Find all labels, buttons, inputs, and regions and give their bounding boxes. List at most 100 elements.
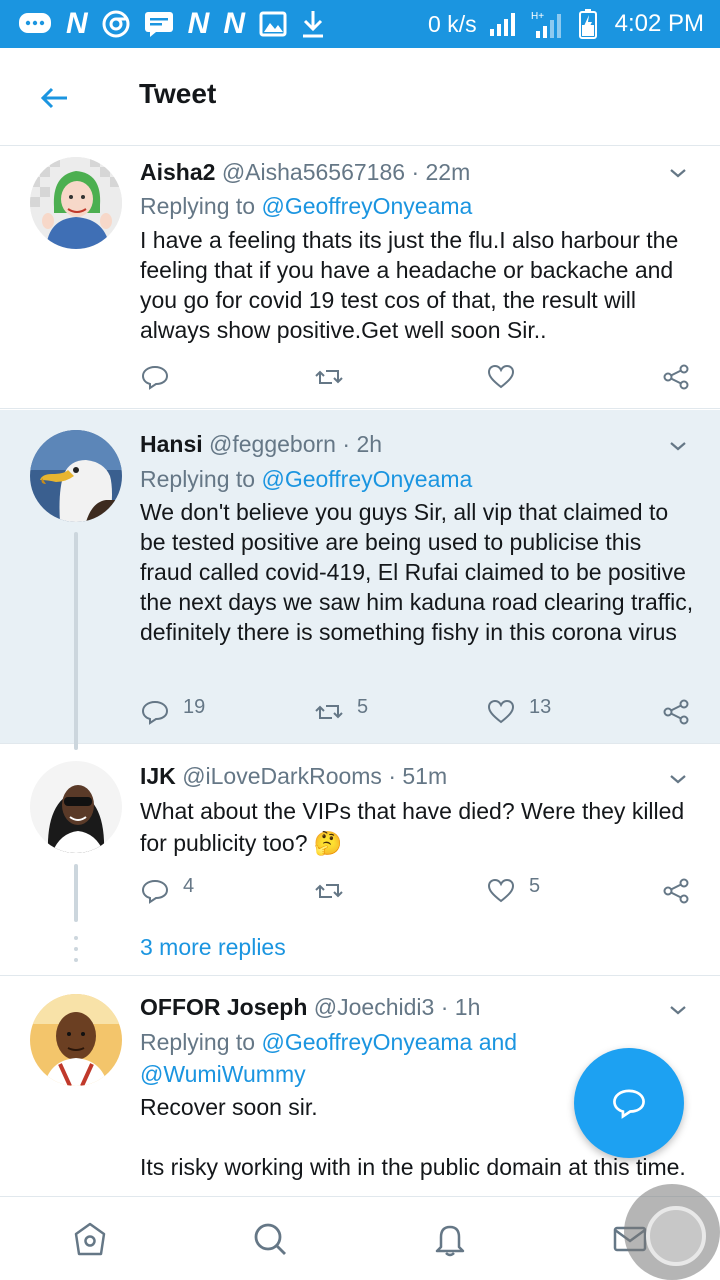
bell-icon — [435, 1225, 465, 1257]
user-handle[interactable]: @iLoveDarkRooms — [182, 763, 382, 789]
tweet-header: Hansi @feggeborn · 2h — [140, 431, 382, 458]
tweet-header: IJK @iLoveDarkRooms · 51m — [140, 763, 447, 790]
share-button[interactable] — [662, 871, 690, 911]
download-icon — [301, 9, 325, 39]
chevron-down-icon[interactable] — [666, 767, 690, 791]
replying-prefix: Replying to — [140, 193, 256, 219]
tweet-header: Aisha2 @Aisha56567186 · 22m — [140, 159, 470, 186]
mention-link[interactable]: @GeoffreyOnyeama — [261, 193, 472, 219]
separator: · — [388, 763, 396, 789]
avatar[interactable] — [30, 430, 122, 522]
user-name[interactable]: IJK — [140, 763, 176, 789]
user-name[interactable]: OFFOR Joseph — [140, 994, 307, 1020]
share-icon — [663, 364, 689, 390]
separator: · — [440, 994, 449, 1020]
gallery-icon — [259, 9, 287, 39]
message-icon — [144, 9, 174, 39]
heart-icon — [487, 364, 515, 389]
home-icon — [74, 1222, 106, 1256]
more-replies-link[interactable]: 3 more replies — [140, 934, 286, 961]
nav-search[interactable] — [250, 1219, 290, 1259]
battery-charging-icon — [578, 9, 597, 39]
reply-button[interactable]: 19 — [141, 692, 205, 732]
reply-button[interactable]: 4 — [141, 871, 194, 911]
retweet-button[interactable] — [315, 871, 357, 911]
signal-icon: H+ — [531, 9, 567, 39]
tweet-text: What about the VIPs that have died? Were… — [140, 798, 685, 856]
avatar[interactable] — [30, 157, 122, 249]
share-button[interactable] — [662, 692, 690, 732]
retweet-icon — [315, 884, 343, 898]
tweet-actions — [0, 357, 720, 397]
svg-text:H+: H+ — [531, 11, 544, 22]
tweet-text: We don't believe you guys Sir, all vip t… — [140, 499, 694, 645]
mention-link[interactable]: @GeoffreyOnyeama — [261, 466, 472, 492]
replying-to: Replying to @GeoffreyOnyeama — [140, 463, 700, 495]
like-button[interactable] — [487, 357, 529, 397]
tweet[interactable]: Aisha2 @Aisha56567186 · 22m Replying to … — [0, 147, 720, 409]
thread-dots — [74, 936, 78, 966]
assistive-touch-button[interactable] — [624, 1184, 720, 1280]
nav-home[interactable] — [70, 1219, 110, 1259]
reply-count: 19 — [183, 695, 206, 718]
arrow-left-icon — [40, 87, 67, 109]
timestamp: 51m — [402, 763, 448, 789]
avatar[interactable] — [30, 994, 122, 1086]
reply-icon — [141, 700, 169, 725]
chevron-down-icon[interactable] — [666, 161, 690, 185]
retweet-button[interactable]: 5 — [315, 692, 368, 732]
retweet-icon — [315, 705, 343, 719]
status-bar: N N N 0 k/s H+ 4:02 PM — [0, 0, 720, 48]
timestamp: 2h — [356, 431, 383, 457]
reply-count: 4 — [183, 874, 195, 897]
tweet-actions: 4 5 — [0, 871, 720, 911]
bottom-navigation — [0, 1196, 720, 1280]
reply-icon — [613, 1089, 645, 1119]
retweet-count: 5 — [357, 695, 369, 718]
separator: · — [342, 431, 351, 457]
chevron-down-icon[interactable] — [666, 998, 690, 1022]
user-handle[interactable]: @Joechidi3 — [314, 994, 435, 1020]
separator: · — [411, 159, 420, 185]
replying-to: Replying to @GeoffreyOnyeama — [140, 190, 700, 222]
like-button[interactable]: 13 — [487, 692, 551, 732]
page-title: Tweet — [139, 78, 217, 109]
like-count: 5 — [529, 874, 541, 897]
nav-notifications[interactable] — [430, 1219, 470, 1259]
user-name[interactable]: Aisha2 — [140, 159, 215, 185]
tweet[interactable]: Hansi @feggeborn · 2h Replying to @Geoff… — [0, 410, 720, 744]
n-icon: N — [66, 7, 88, 40]
chevron-down-icon[interactable] — [666, 434, 690, 458]
thread-line — [74, 532, 78, 750]
tweet[interactable]: IJK @iLoveDarkRooms · 51m What about the… — [0, 745, 720, 925]
avatar[interactable] — [30, 761, 122, 853]
like-button[interactable]: 5 — [487, 871, 540, 911]
n-icon: N — [223, 7, 246, 40]
user-handle[interactable]: @feggeborn — [209, 431, 336, 457]
reply-button[interactable] — [141, 357, 183, 397]
signal-icon — [489, 9, 519, 39]
replying-prefix: Replying to — [140, 466, 256, 492]
mention-link[interactable]: @GeoffreyOnyeama and — [261, 1029, 517, 1055]
compose-reply-button[interactable] — [574, 1048, 684, 1158]
reply-icon — [141, 879, 169, 904]
back-button[interactable] — [36, 80, 72, 116]
chrome-icon — [102, 9, 130, 39]
reply-icon — [141, 365, 169, 390]
retweet-button[interactable] — [315, 357, 357, 397]
chat-bubble-icon — [18, 9, 52, 39]
search-icon — [254, 1223, 286, 1255]
mention-link[interactable]: @WumiWummy — [140, 1061, 306, 1087]
tweet-header: OFFOR Joseph @Joechidi3 · 1h — [140, 994, 480, 1021]
network-speed: 0 k/s — [428, 10, 477, 37]
share-icon — [663, 878, 689, 904]
share-button[interactable] — [662, 357, 690, 397]
n-icon: N — [187, 7, 210, 40]
tweet-actions: 19 5 13 — [0, 692, 720, 732]
timestamp: 22m — [425, 159, 471, 185]
user-name[interactable]: Hansi — [140, 431, 203, 457]
share-icon — [663, 699, 689, 725]
user-handle[interactable]: @Aisha56567186 — [222, 159, 405, 185]
like-count: 13 — [529, 695, 552, 718]
heart-icon — [487, 699, 515, 724]
